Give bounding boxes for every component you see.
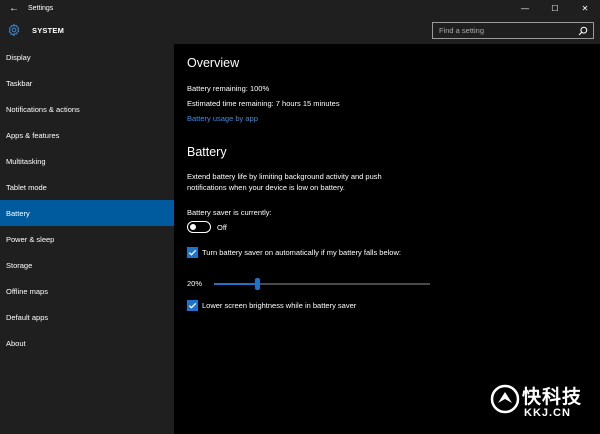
- title-bar: ← Settings — ☐ ✕: [0, 0, 600, 17]
- sidebar-item-label: Offline maps: [6, 286, 48, 296]
- sidebar-item-notifications[interactable]: Notifications & actions: [0, 96, 174, 122]
- threshold-value: 20%: [187, 279, 203, 288]
- battery-description-line1: Extend battery life by limiting backgrou…: [187, 172, 382, 181]
- checkmark-icon: [188, 249, 197, 256]
- sidebar-item-power-sleep[interactable]: Power & sleep: [0, 226, 174, 252]
- battery-settings-panel: Overview Battery remaining: 100% Estimat…: [174, 44, 600, 434]
- sidebar-item-battery[interactable]: Battery: [0, 200, 174, 226]
- watermark-chinese-text: 快科技: [522, 387, 583, 408]
- auto-saver-checkbox[interactable]: [187, 247, 198, 258]
- overview-heading: Overview: [187, 56, 240, 70]
- settings-header: SYSTEM: [0, 17, 600, 44]
- minimize-icon: —: [521, 4, 529, 13]
- sidebar-item-about[interactable]: About: [0, 330, 174, 356]
- auto-saver-label: Turn battery saver on automatically if m…: [202, 248, 401, 257]
- slider-fill: [214, 283, 257, 285]
- maximize-button[interactable]: ☐: [540, 0, 570, 17]
- close-button[interactable]: ✕: [570, 0, 600, 17]
- site-watermark: 快科技 KKJ.CN: [490, 378, 594, 428]
- close-icon: ✕: [581, 4, 589, 13]
- brightness-checkbox[interactable]: [187, 300, 198, 311]
- battery-saver-label: Battery saver is currently:: [187, 208, 272, 217]
- window-title: Settings: [28, 5, 54, 12]
- sidebar-item-taskbar[interactable]: Taskbar: [0, 70, 174, 96]
- maximize-icon: ☐: [551, 4, 559, 13]
- sidebar-item-apps-features[interactable]: Apps & features: [0, 122, 174, 148]
- brightness-label: Lower screen brightness while in battery…: [202, 301, 357, 310]
- back-arrow-icon: ←: [9, 3, 19, 14]
- section-title: SYSTEM: [32, 26, 65, 35]
- battery-remaining-text: Battery remaining: 100%: [187, 84, 270, 93]
- toggle-knob: [190, 223, 196, 230]
- sidebar-item-storage[interactable]: Storage: [0, 252, 174, 278]
- search-box[interactable]: [432, 22, 594, 39]
- battery-saver-toggle[interactable]: [187, 221, 211, 233]
- watermark-domain-text: KKJ.CN: [524, 407, 571, 419]
- estimated-time-text: Estimated time remaining: 7 hours 15 min…: [187, 99, 340, 108]
- minimize-button[interactable]: —: [510, 0, 540, 17]
- sidebar-item-default-apps[interactable]: Default apps: [0, 304, 174, 330]
- gear-icon: [8, 23, 20, 37]
- search-icon[interactable]: [578, 26, 588, 36]
- sidebar-item-label: Battery: [6, 208, 30, 218]
- toggle-state-label: Off: [217, 223, 227, 232]
- threshold-slider[interactable]: [214, 278, 430, 290]
- sidebar-item-label: Apps & features: [6, 130, 60, 140]
- battery-usage-link[interactable]: Battery usage by app: [187, 114, 258, 123]
- window-controls: — ☐ ✕: [510, 0, 600, 17]
- search-input[interactable]: [439, 25, 569, 36]
- sidebar-item-label: About: [6, 338, 26, 348]
- sidebar-item-display[interactable]: Display: [0, 44, 174, 70]
- sidebar-item-label: Tablet mode: [6, 182, 47, 192]
- sidebar-item-label: Display: [6, 52, 31, 62]
- sidebar-nav: Display Taskbar Notifications & actions …: [0, 44, 174, 434]
- watermark-logo-icon: [490, 384, 520, 414]
- slider-thumb[interactable]: [255, 278, 260, 290]
- battery-heading: Battery: [187, 145, 227, 159]
- sidebar-item-label: Storage: [6, 260, 33, 270]
- sidebar-item-label: Taskbar: [6, 78, 33, 88]
- back-button[interactable]: ←: [0, 0, 28, 17]
- sidebar-item-label: Multitasking: [6, 156, 46, 166]
- sidebar-item-multitasking[interactable]: Multitasking: [0, 148, 174, 174]
- sidebar-item-offline-maps[interactable]: Offline maps: [0, 278, 174, 304]
- sidebar-item-label: Notifications & actions: [6, 104, 80, 114]
- battery-description-line2: notifications when your device is low on…: [187, 183, 345, 192]
- sidebar-item-tablet-mode[interactable]: Tablet mode: [0, 174, 174, 200]
- checkmark-icon: [188, 302, 197, 309]
- sidebar-item-label: Default apps: [6, 312, 49, 322]
- sidebar-item-label: Power & sleep: [6, 234, 55, 244]
